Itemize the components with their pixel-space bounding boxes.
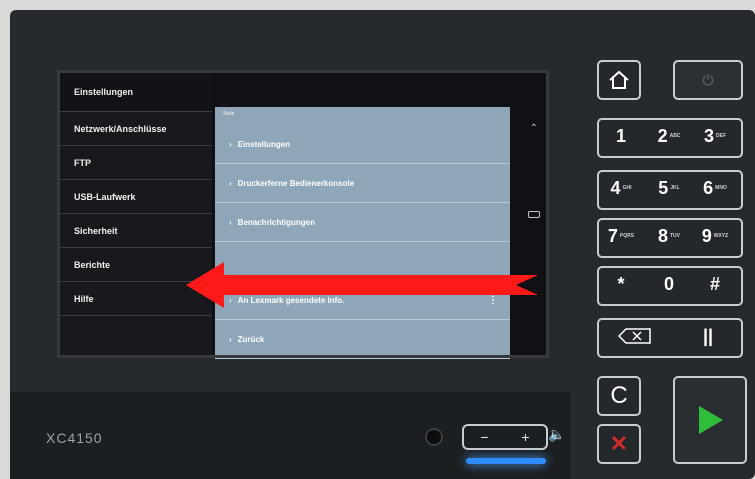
panel-row-label: Einstellungen — [237, 139, 291, 149]
speaker-icon: 🔈 — [548, 426, 566, 442]
panel-row-remote-panel[interactable]: › Druckerferne Bedienerkonsole — [215, 164, 510, 203]
menu-title: Einstellungen — [60, 73, 212, 112]
key-7[interactable]: 7 PQRS — [601, 220, 641, 252]
volume-control: − + — [462, 424, 548, 450]
scroll-indicator[interactable] — [528, 211, 540, 218]
panel-row-settings[interactable]: › Einstellungen — [215, 125, 510, 164]
key-3[interactable]: 3 DEF — [695, 120, 735, 152]
chevron-right-icon: › — [229, 139, 232, 149]
backspace-button[interactable] — [605, 322, 665, 350]
model-label: XC4150 — [46, 430, 103, 446]
chevron-right-icon: › — [229, 217, 232, 227]
pause-button[interactable]: || — [683, 322, 733, 350]
touch-screen: Einstellungen Netzwerk/Anschlüsse FTP US… — [57, 70, 549, 359]
home-icon — [609, 70, 629, 89]
key-4[interactable]: 4 GHI — [601, 172, 641, 204]
key-6[interactable]: 6 MNO — [695, 172, 735, 204]
key-hash[interactable]: # — [695, 268, 735, 300]
panel-row-back[interactable]: › Zurück — [215, 320, 510, 359]
panel-row-label: Druckerferne Bedienerkonsole — [237, 178, 355, 188]
indicator-light — [425, 428, 443, 446]
chevron-right-icon: › — [229, 178, 232, 188]
hardware-keypad: ⏻ 1 2 ABC 3 DEF 4 GHI 5 JKL 6 MNO 7 PQRS 8 TUV … — [587, 50, 752, 470]
menu-item-ftp[interactable]: FTP — [60, 146, 212, 180]
panel-header: Seite — [223, 111, 235, 117]
key-9[interactable]: 9 WXYZ — [695, 220, 735, 252]
clear-button[interactable]: C — [597, 376, 641, 416]
power-button[interactable]: ⏻ — [673, 60, 743, 100]
stop-button[interactable]: ✕ — [597, 424, 641, 464]
stop-icon: ✕ — [609, 431, 629, 456]
key-star[interactable]: * — [601, 268, 641, 300]
panel-row-label: Benachrichtigungen — [237, 217, 316, 227]
reports-panel: Seite › Einstellungen › Druckerferne Bedie… — [215, 107, 510, 359]
panel-row-label: Zurück — [237, 334, 265, 344]
settings-menu: Einstellungen Netzwerk/Anschlüsse FTP US… — [60, 73, 212, 355]
power-icon: ⏻ — [702, 71, 714, 88]
menu-item-security[interactable]: Sicherheit — [60, 214, 212, 248]
volume-down-button[interactable]: − — [471, 429, 499, 445]
start-button[interactable] — [673, 376, 747, 464]
menu-item-usb[interactable]: USB-Laufwerk — [60, 180, 212, 214]
key-1[interactable]: 1 — [601, 120, 641, 152]
chevron-right-icon: › — [229, 334, 232, 344]
key-8[interactable]: 8 TUV — [649, 220, 689, 252]
status-led — [466, 458, 546, 464]
volume-up-button[interactable]: + — [512, 429, 540, 445]
key-5[interactable]: 5 JKL — [649, 172, 689, 204]
menu-item-network[interactable]: Netzwerk/Anschlüsse — [60, 112, 212, 146]
panel-row-notifications[interactable]: › Benachrichtigungen — [215, 203, 510, 242]
backspace-icon — [618, 328, 651, 344]
key-2[interactable]: 2 ABC — [649, 120, 689, 152]
red-arrow-annotation — [186, 262, 538, 308]
arrow-shape — [186, 262, 538, 308]
scroll-up-icon[interactable]: ⌃ — [530, 123, 538, 134]
key-0[interactable]: 0 — [649, 268, 689, 300]
start-icon — [699, 406, 723, 434]
home-button[interactable] — [597, 60, 641, 100]
